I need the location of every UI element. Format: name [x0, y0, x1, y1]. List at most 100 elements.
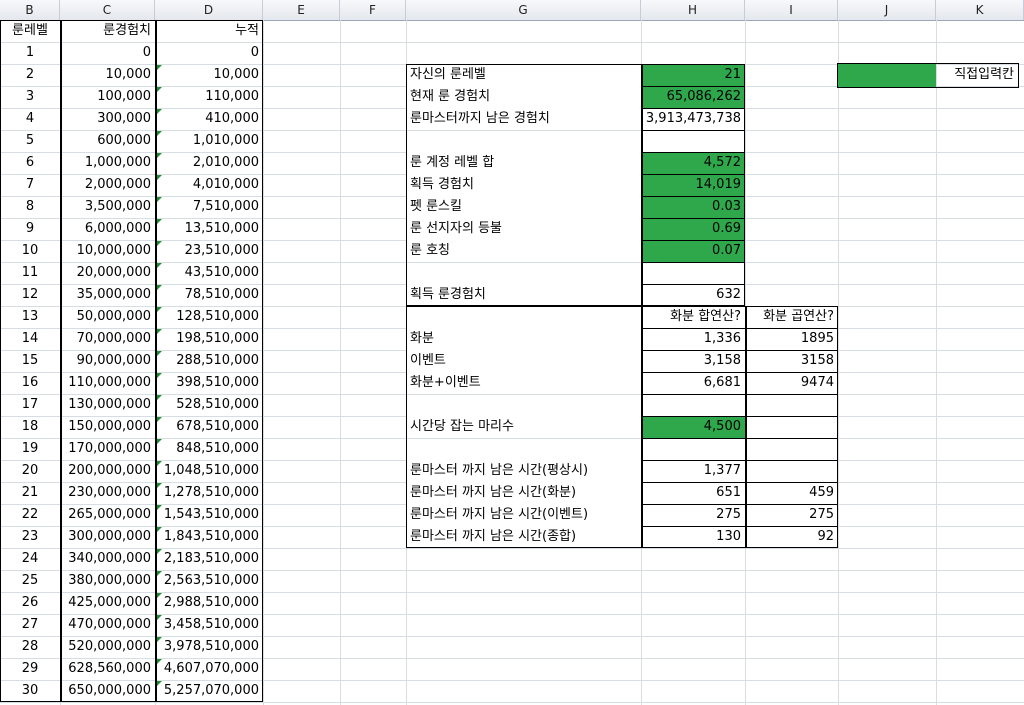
gain-rune-exp-value[interactable]: 632 — [641, 284, 745, 306]
remaining-exp-value[interactable]: 3,913,473,738 — [641, 108, 745, 130]
table-cell-exp[interactable]: 150,000,000 — [60, 416, 155, 438]
table-cell-level[interactable]: 18 — [0, 416, 60, 438]
table-cell-level[interactable]: 13 — [0, 306, 60, 328]
table-cell-level[interactable]: 29 — [0, 658, 60, 680]
table-cell-exp[interactable]: 230,000,000 — [60, 482, 155, 504]
table-cell-exp[interactable]: 130,000,000 — [60, 394, 155, 416]
table-cell-level[interactable]: 22 — [0, 504, 60, 526]
table-cell-cumulative[interactable]: 7,510,000 — [155, 196, 263, 218]
table-cell-level[interactable]: 6 — [0, 152, 60, 174]
my-rune-level-value[interactable]: 21 — [641, 64, 745, 86]
event-mul-value[interactable]: 3158 — [745, 350, 838, 372]
blank-cell[interactable] — [641, 438, 745, 460]
table-cell-cumulative[interactable]: 110,000 — [155, 86, 263, 108]
table-cell-exp[interactable]: 1,000,000 — [60, 152, 155, 174]
table-cell-cumulative[interactable]: 1,278,510,000 — [155, 482, 263, 504]
time-event-value[interactable]: 275 — [641, 504, 745, 526]
table-cell-level[interactable]: 5 — [0, 130, 60, 152]
blank-cell[interactable] — [641, 394, 745, 416]
table-cell-cumulative[interactable]: 410,000 — [155, 108, 263, 130]
blank-cell[interactable] — [745, 416, 838, 438]
column-header-b[interactable]: B — [0, 0, 60, 20]
column-header-g[interactable]: G — [406, 0, 641, 20]
table-cell-exp[interactable]: 628,560,000 — [60, 658, 155, 680]
table-cell-exp[interactable]: 470,000,000 — [60, 614, 155, 636]
table-cell-exp[interactable]: 100,000 — [60, 86, 155, 108]
table-cell-level[interactable]: 24 — [0, 548, 60, 570]
blank-cell[interactable] — [745, 394, 838, 416]
table-cell-cumulative[interactable]: 288,510,000 — [155, 350, 263, 372]
table-cell-cumulative[interactable]: 43,510,000 — [155, 262, 263, 284]
table-cell-level[interactable]: 7 — [0, 174, 60, 196]
table-cell-cumulative[interactable]: 848,510,000 — [155, 438, 263, 460]
table-cell-cumulative[interactable]: 10,000 — [155, 64, 263, 86]
table-cell-exp[interactable]: 200,000,000 — [60, 460, 155, 482]
column-header-e[interactable]: E — [263, 0, 340, 20]
table-cell-exp[interactable]: 6,000,000 — [60, 218, 155, 240]
column-header-k[interactable]: K — [936, 0, 1024, 20]
pet-rune-skill-value[interactable]: 0.03 — [641, 196, 745, 218]
table-cell-level[interactable]: 19 — [0, 438, 60, 460]
table-cell-cumulative[interactable]: 198,510,000 — [155, 328, 263, 350]
table-cell-cumulative[interactable]: 1,010,000 — [155, 130, 263, 152]
table-cell-exp[interactable]: 425,000,000 — [60, 592, 155, 614]
table-cell-level[interactable]: 21 — [0, 482, 60, 504]
table-cell-level[interactable]: 23 — [0, 526, 60, 548]
table-cell-exp[interactable]: 0 — [60, 42, 155, 64]
table-cell-cumulative[interactable]: 2,563,510,000 — [155, 570, 263, 592]
time-total-mul-value[interactable]: 92 — [745, 526, 838, 548]
table-cell-exp[interactable]: 110,000,000 — [60, 372, 155, 394]
pot-event-value[interactable]: 6,681 — [641, 372, 745, 394]
table-cell-exp[interactable]: 600,000 — [60, 130, 155, 152]
column-header-c[interactable]: C — [60, 0, 155, 20]
table-cell-exp[interactable]: 20,000,000 — [60, 262, 155, 284]
table-cell-cumulative[interactable]: 23,510,000 — [155, 240, 263, 262]
table-cell-level[interactable]: 28 — [0, 636, 60, 658]
event-value[interactable]: 3,158 — [641, 350, 745, 372]
table-cell-cumulative[interactable]: 4,010,000 — [155, 174, 263, 196]
table-cell-cumulative[interactable]: 678,510,000 — [155, 416, 263, 438]
table-cell-cumulative[interactable]: 528,510,000 — [155, 394, 263, 416]
table-cell-exp[interactable]: 2,000,000 — [60, 174, 155, 196]
table-cell-level[interactable]: 16 — [0, 372, 60, 394]
blank-cell[interactable] — [745, 460, 838, 482]
table-cell-cumulative[interactable]: 78,510,000 — [155, 284, 263, 306]
table-cell-level[interactable]: 1 — [0, 42, 60, 64]
table-cell-cumulative[interactable]: 128,510,000 — [155, 306, 263, 328]
table-cell-level[interactable]: 25 — [0, 570, 60, 592]
table-cell-level[interactable]: 30 — [0, 680, 60, 702]
table-cell-level[interactable]: 11 — [0, 262, 60, 284]
column-header-d[interactable]: D — [155, 0, 263, 20]
legend-green-swatch[interactable] — [838, 64, 936, 87]
table-cell-exp[interactable]: 170,000,000 — [60, 438, 155, 460]
column-header-f[interactable]: F — [340, 0, 406, 20]
table-cell-cumulative[interactable]: 0 — [155, 42, 263, 64]
table-cell-level[interactable]: 2 — [0, 64, 60, 86]
table-cell-level[interactable]: 20 — [0, 460, 60, 482]
table-cell-level[interactable]: 8 — [0, 196, 60, 218]
table-cell-exp[interactable]: 3,500,000 — [60, 196, 155, 218]
table-cell-exp[interactable]: 70,000,000 — [60, 328, 155, 350]
table-cell-exp[interactable]: 300,000 — [60, 108, 155, 130]
table-cell-level[interactable]: 9 — [0, 218, 60, 240]
time-total-value[interactable]: 130 — [641, 526, 745, 548]
table-cell-cumulative[interactable]: 1,843,510,000 — [155, 526, 263, 548]
column-header-j[interactable]: J — [838, 0, 936, 20]
kills-per-hour-value[interactable]: 4,500 — [641, 416, 745, 438]
table-cell-level[interactable]: 4 — [0, 108, 60, 130]
table-cell-cumulative[interactable]: 4,607,070,000 — [155, 658, 263, 680]
table-cell-cumulative[interactable]: 2,988,510,000 — [155, 592, 263, 614]
table-cell-level[interactable]: 17 — [0, 394, 60, 416]
table-cell-exp[interactable]: 10,000,000 — [60, 240, 155, 262]
table-cell-level[interactable]: 14 — [0, 328, 60, 350]
table-cell-cumulative[interactable]: 1,543,510,000 — [155, 504, 263, 526]
time-event-mul-value[interactable]: 275 — [745, 504, 838, 526]
table-cell-level[interactable]: 10 — [0, 240, 60, 262]
table-cell-level[interactable]: 3 — [0, 86, 60, 108]
pioneer-lamp-value[interactable]: 0.69 — [641, 218, 745, 240]
table-cell-cumulative[interactable]: 3,978,510,000 — [155, 636, 263, 658]
table-cell-cumulative[interactable]: 13,510,000 — [155, 218, 263, 240]
table-cell-exp[interactable]: 300,000,000 — [60, 526, 155, 548]
gain-exp-value[interactable]: 14,019 — [641, 174, 745, 196]
table-cell-exp[interactable]: 35,000,000 — [60, 284, 155, 306]
